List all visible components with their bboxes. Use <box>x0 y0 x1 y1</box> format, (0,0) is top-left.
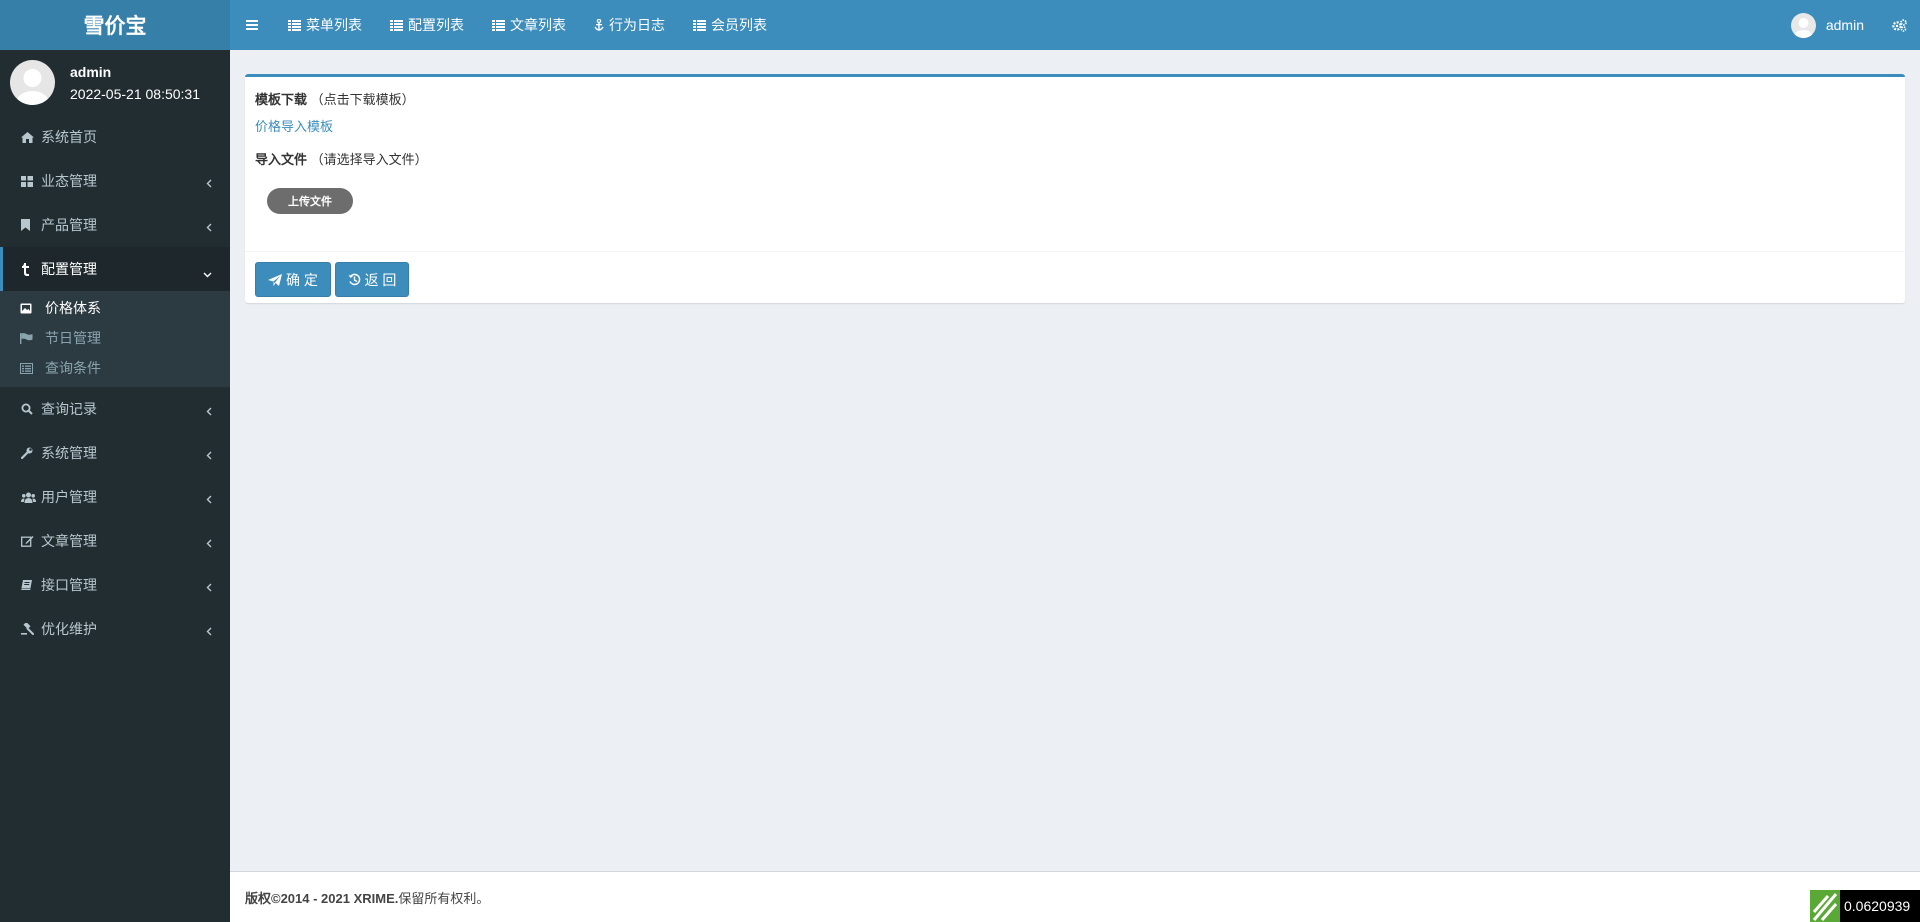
chevron-left-icon <box>206 535 212 551</box>
back-label: 返 回 <box>364 271 397 288</box>
chevron-left-icon <box>206 175 212 191</box>
import-form-box: 模板下载 （点击下载模板） 价格导入模板 导入文件 （请选择导入文件） 上传文件… <box>245 74 1905 303</box>
download-label: 模板下载 <box>255 92 308 107</box>
edit-icon <box>21 535 41 547</box>
flag-icon <box>20 332 45 344</box>
user-name: admin <box>70 63 112 80</box>
leaf-icon <box>1810 890 1840 922</box>
sidebar-item-label: 查询记录 <box>41 401 97 417</box>
list-icon <box>390 19 403 31</box>
elapsed-time: 0.0620939 <box>1840 890 1920 922</box>
nav-menu-list[interactable]: 菜单列表 <box>274 0 376 50</box>
users-icon <box>21 492 41 503</box>
sidebar-item-label: 配置管理 <box>41 261 97 277</box>
login-time: 2022-05-21 08:50:31 <box>70 85 200 102</box>
user-name: admin <box>1825 17 1864 33</box>
dashboard-icon <box>21 175 41 187</box>
wrench-icon <box>21 447 41 459</box>
sidebar-item-articles[interactable]: 文章管理 <box>0 519 230 563</box>
sidebar-item-label: 系统管理 <box>41 445 97 461</box>
chevron-left-icon <box>206 219 212 235</box>
confirm-label: 确 定 <box>286 271 318 288</box>
nav-article-list[interactable]: 文章列表 <box>478 0 580 50</box>
avatar <box>1790 12 1816 38</box>
confirm-button[interactable]: 确 定 <box>255 262 331 297</box>
sidebar-item-label: 接口管理 <box>41 577 97 593</box>
form-actions: 确 定 返 回 <box>245 251 1905 306</box>
import-hint: （请选择导入文件） <box>310 152 428 167</box>
config-submenu: 价格体系 节日管理 查询条件 <box>0 291 230 387</box>
app-title: 雪价宝 <box>83 15 147 38</box>
sidebar-item-label: 产品管理 <box>41 217 97 233</box>
copyright-text: 版权©2014 - 2021 XRIME. <box>245 890 399 906</box>
bookmark-icon <box>21 219 41 231</box>
submenu-label: 查询条件 <box>45 360 101 376</box>
home-icon <box>21 131 41 143</box>
app-logo[interactable]: 雪价宝 <box>0 0 230 50</box>
search-icon <box>21 403 41 415</box>
sidebar-item-query-records[interactable]: 查询记录 <box>0 387 230 431</box>
nav-label: 行为日志 <box>609 17 665 33</box>
nav-member-list[interactable]: 会员列表 <box>679 0 781 50</box>
submenu-label: 节日管理 <box>45 330 101 346</box>
list-icon <box>492 19 505 31</box>
chevron-left-icon <box>206 403 212 419</box>
sidebar-item-home[interactable]: 系统首页 <box>0 115 230 159</box>
list-icon <box>288 19 301 31</box>
list-alt-icon <box>20 362 45 374</box>
list-icon <box>693 19 706 31</box>
nav-label: 配置列表 <box>408 17 464 33</box>
chevron-left-icon <box>206 623 212 639</box>
submenu-item-price-system[interactable]: 价格体系 <box>0 293 230 323</box>
top-navbar: 菜单列表 配置列表 文章列表 行为日志 会员列表 admin <box>230 0 1920 50</box>
import-row: 导入文件 （请选择导入文件） <box>255 149 428 168</box>
nav-config-list[interactable]: 配置列表 <box>376 0 478 50</box>
image-icon <box>20 303 45 314</box>
chevron-left-icon <box>206 491 212 507</box>
import-label: 导入文件 <box>255 152 308 167</box>
sidebar: admin 2022-05-21 08:50:31 系统首页 业态管理 产品管理… <box>0 50 230 922</box>
user-menu[interactable]: admin <box>1777 12 1878 38</box>
book-icon <box>21 579 41 591</box>
anchor-icon <box>594 18 604 31</box>
sidebar-item-config[interactable]: 配置管理 <box>0 247 230 291</box>
page-footer: 版权©2014 - 2021 XRIME. 保留所有权利。 <box>230 871 1920 922</box>
sidebar-toggle-icon[interactable] <box>230 0 274 50</box>
sidebar-item-business[interactable]: 业态管理 <box>0 159 230 203</box>
sidebar-item-label: 优化维护 <box>41 621 97 637</box>
speed-widget[interactable]: 0.0620939 <box>1810 890 1920 922</box>
user-panel: admin 2022-05-21 08:50:31 <box>0 50 230 115</box>
submenu-item-query-conditions[interactable]: 查询条件 <box>0 353 230 383</box>
sidebar-item-product[interactable]: 产品管理 <box>0 203 230 247</box>
sidebar-item-label: 文章管理 <box>41 533 97 549</box>
history-icon <box>348 273 360 286</box>
rights-text: 保留所有权利。 <box>398 890 490 906</box>
chevron-left-icon <box>206 579 212 595</box>
sidebar-item-label: 系统首页 <box>41 129 97 145</box>
nav-label: 会员列表 <box>711 17 767 33</box>
avatar <box>10 60 55 105</box>
tumblr-icon <box>21 262 41 276</box>
sidebar-item-system[interactable]: 系统管理 <box>0 431 230 475</box>
submenu-label: 价格体系 <box>45 300 101 316</box>
sidebar-item-maintenance[interactable]: 优化维护 <box>0 607 230 651</box>
sidebar-item-users[interactable]: 用户管理 <box>0 475 230 519</box>
nav-action-log[interactable]: 行为日志 <box>580 0 679 50</box>
submenu-item-holiday[interactable]: 节日管理 <box>0 323 230 353</box>
upload-file-button[interactable]: 上传文件 <box>267 188 353 214</box>
download-hint: （点击下载模板） <box>310 92 415 107</box>
sidebar-item-label: 业态管理 <box>41 173 97 189</box>
download-row: 模板下载 （点击下载模板） <box>255 89 415 108</box>
sidebar-item-api[interactable]: 接口管理 <box>0 563 230 607</box>
gears-icon[interactable] <box>1878 0 1920 50</box>
chevron-down-icon <box>203 265 212 281</box>
download-template-link[interactable]: 价格导入模板 <box>255 116 333 135</box>
paper-plane-icon <box>268 273 283 286</box>
nav-label: 菜单列表 <box>306 17 362 33</box>
nav-label: 文章列表 <box>510 17 566 33</box>
back-button[interactable]: 返 回 <box>335 262 409 297</box>
chevron-left-icon <box>206 447 212 463</box>
gavel-icon <box>21 623 41 635</box>
sidebar-item-label: 用户管理 <box>41 489 97 505</box>
